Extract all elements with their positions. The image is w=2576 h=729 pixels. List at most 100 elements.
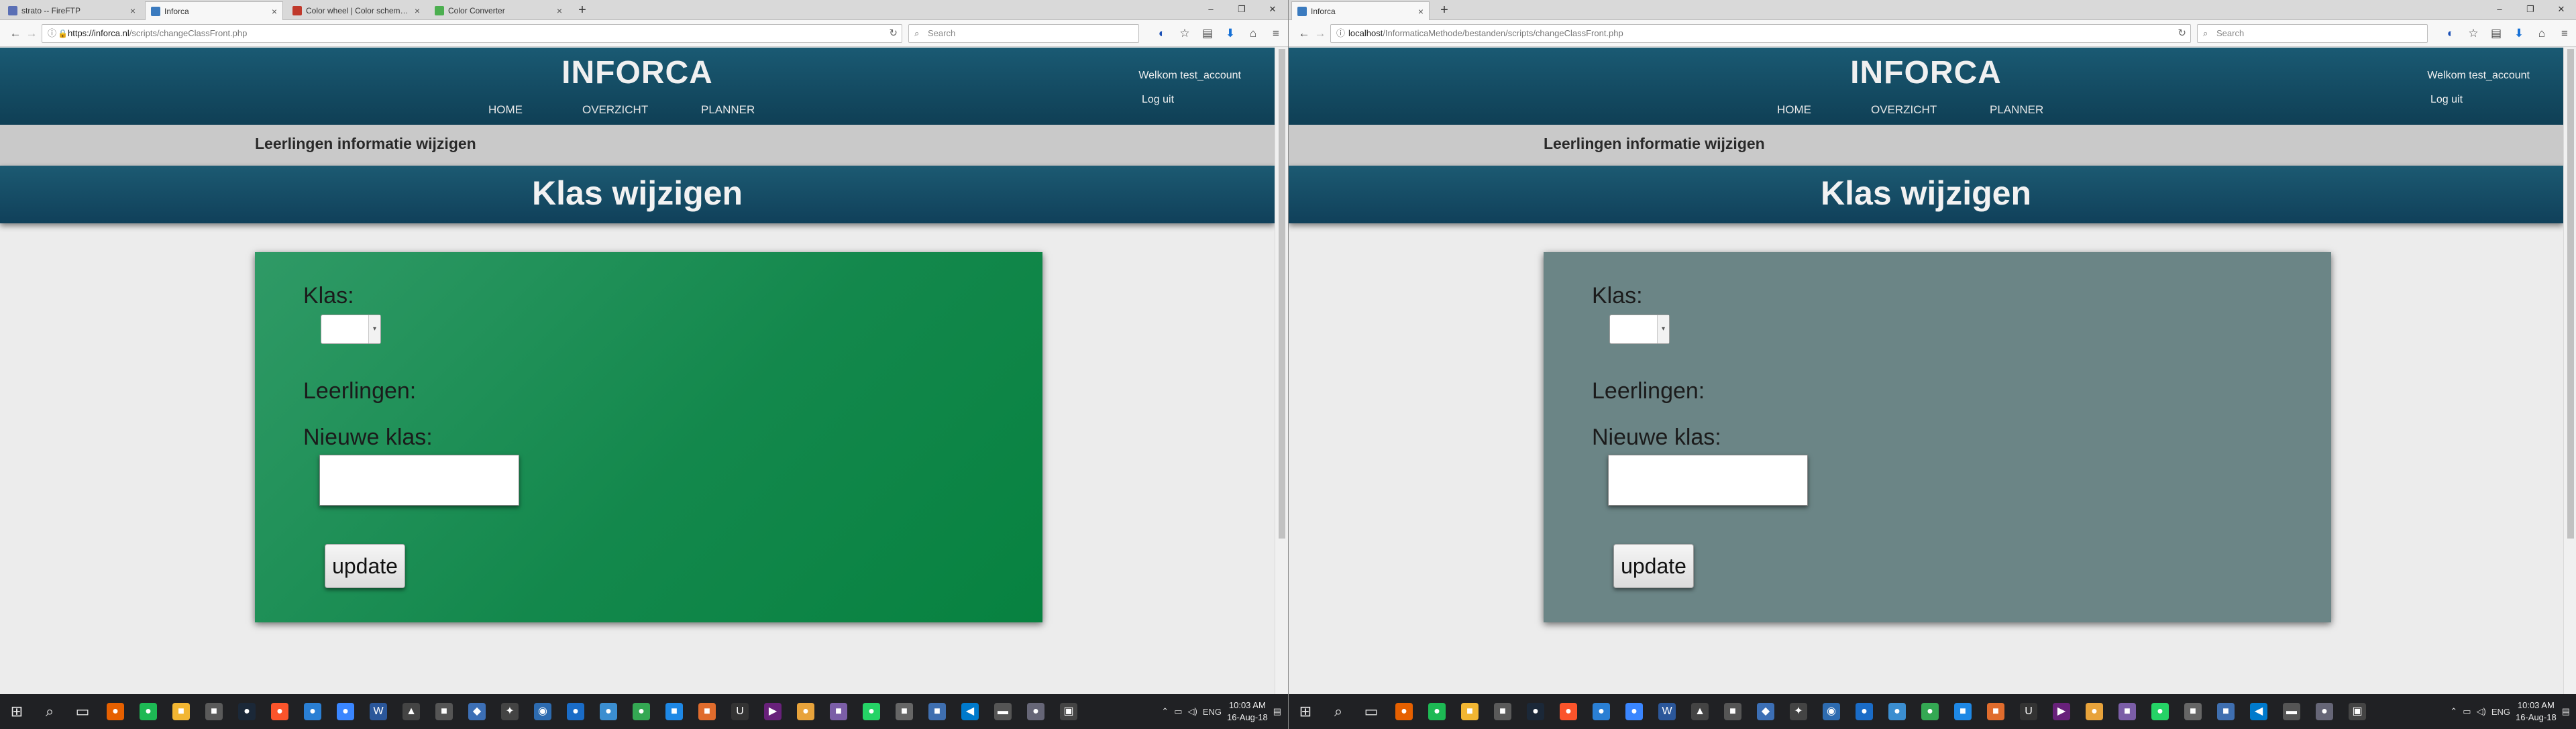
network-icon[interactable]: ▭: [2463, 706, 2471, 717]
spotify-icon[interactable]: ●: [140, 703, 157, 720]
app-icon[interactable]: ●: [2316, 703, 2333, 720]
search-icon[interactable]: ⌕: [41, 703, 58, 720]
tab-close-icon[interactable]: ×: [272, 2, 277, 20]
app-icon[interactable]: ●: [633, 703, 650, 720]
app-icon[interactable]: ▣: [1060, 703, 1077, 720]
spotify-icon[interactable]: ●: [1428, 703, 1446, 720]
tab-close-icon[interactable]: ×: [1418, 2, 1424, 20]
site-logo-title[interactable]: INFORCA: [1289, 54, 2563, 91]
app-icon[interactable]: ■: [205, 703, 223, 720]
notifications-icon[interactable]: ▤: [1273, 706, 1281, 717]
nav-link-planner[interactable]: PLANNER: [1990, 103, 2043, 117]
word-icon[interactable]: W: [370, 703, 387, 720]
app-icon[interactable]: ●: [1856, 703, 1873, 720]
app-icon[interactable]: ✦: [1790, 703, 1807, 720]
app-icon[interactable]: ■: [2217, 703, 2235, 720]
task-view-icon[interactable]: ▭: [1362, 703, 1380, 720]
chevron-down-icon[interactable]: ▾: [368, 315, 380, 343]
new-tab-button[interactable]: +: [1435, 1, 1454, 20]
minimize-icon[interactable]: –: [1195, 0, 1226, 20]
app-icon[interactable]: ●: [337, 703, 354, 720]
task-view-icon[interactable]: ▭: [74, 703, 91, 720]
app-icon[interactable]: ●: [1625, 703, 1643, 720]
forward-icon[interactable]: →: [1313, 26, 1328, 41]
app-icon[interactable]: ■: [2118, 703, 2136, 720]
firefox-icon[interactable]: ●: [107, 703, 124, 720]
explorer-icon[interactable]: ■: [172, 703, 190, 720]
unreal-icon[interactable]: U: [2020, 703, 2037, 720]
logout-link[interactable]: Log uit: [2430, 94, 2463, 106]
steam-icon[interactable]: ●: [238, 703, 256, 720]
app-icon[interactable]: ■: [928, 703, 946, 720]
app-icon[interactable]: ▣: [2349, 703, 2366, 720]
word-icon[interactable]: W: [1658, 703, 1676, 720]
menu-icon[interactable]: ≡: [2557, 25, 2573, 42]
extension-icon[interactable]: ◐: [2443, 25, 2459, 42]
nav-link-overzicht[interactable]: OVERZICHT: [1871, 103, 1937, 117]
browser-tab[interactable]: Color Converter ×: [429, 1, 568, 20]
app-icon[interactable]: ■: [2184, 703, 2202, 720]
nav-link-home[interactable]: HOME: [1777, 103, 1811, 117]
app-icon[interactable]: ◆: [1757, 703, 1774, 720]
address-bar[interactable]: ⓘ 🔒 https://inforca.nl/scripts/changeCla…: [42, 24, 902, 43]
close-icon[interactable]: ✕: [1257, 0, 1288, 20]
library-icon[interactable]: ▤: [2488, 25, 2504, 42]
scrollbar-thumb[interactable]: [1279, 49, 1285, 539]
browser-tab[interactable]: Color wheel | Color schem… ×: [287, 1, 425, 20]
volume-icon[interactable]: ◁): [1187, 706, 1197, 717]
site-logo-title[interactable]: INFORCA: [0, 54, 1275, 91]
app-icon[interactable]: ●: [1593, 703, 1610, 720]
clock[interactable]: 10:03 AM 16-Aug-18: [1227, 699, 1268, 724]
logout-link[interactable]: Log uit: [1142, 94, 1174, 106]
home-icon[interactable]: ⌂: [2534, 25, 2550, 42]
firefox-icon[interactable]: ●: [1395, 703, 1413, 720]
new-tab-button[interactable]: +: [573, 1, 592, 20]
search-icon[interactable]: ⌕: [1330, 703, 1347, 720]
app-icon[interactable]: ◆: [468, 703, 486, 720]
unreal-icon[interactable]: U: [731, 703, 749, 720]
minimize-icon[interactable]: –: [2484, 0, 2515, 20]
home-icon[interactable]: ⌂: [1245, 25, 1261, 42]
vscode-icon[interactable]: ◀: [961, 703, 979, 720]
app-icon[interactable]: ▬: [2283, 703, 2300, 720]
brave-icon[interactable]: ●: [1560, 703, 1577, 720]
reload-icon[interactable]: ↻: [2178, 25, 2186, 42]
info-icon[interactable]: ⓘ: [48, 25, 56, 42]
app-icon[interactable]: ■: [830, 703, 847, 720]
app-icon[interactable]: ▲: [402, 703, 420, 720]
app-icon[interactable]: ●: [304, 703, 321, 720]
back-icon[interactable]: ←: [1297, 26, 1311, 41]
update-button[interactable]: update: [1613, 544, 1694, 588]
app-icon[interactable]: ●: [1027, 703, 1044, 720]
page-scrollbar[interactable]: [1275, 48, 1288, 694]
nav-link-planner[interactable]: PLANNER: [701, 103, 755, 117]
maximize-icon[interactable]: ❐: [2515, 0, 2546, 20]
tray-chevron-icon[interactable]: ⌃: [1161, 706, 1169, 717]
maximize-icon[interactable]: ❐: [1226, 0, 1257, 20]
volume-icon[interactable]: ◁): [2476, 706, 2485, 717]
language-indicator[interactable]: ENG: [1203, 707, 1222, 717]
app-icon[interactable]: ▬: [994, 703, 1012, 720]
tab-close-icon[interactable]: ×: [557, 1, 562, 20]
address-bar[interactable]: ⓘ 🔒 localhost/InformaticaMethode/bestand…: [1330, 24, 2191, 43]
klas-select[interactable]: ▾: [321, 315, 381, 344]
library-icon[interactable]: ▤: [1199, 25, 1216, 42]
app-icon[interactable]: ■: [435, 703, 453, 720]
vscode-icon[interactable]: ◀: [2250, 703, 2267, 720]
chevron-down-icon[interactable]: ▾: [1657, 315, 1669, 343]
app-icon[interactable]: ●: [600, 703, 617, 720]
brave-icon[interactable]: ●: [271, 703, 288, 720]
app-icon[interactable]: ●: [1888, 703, 1906, 720]
download-icon[interactable]: ⬇: [2511, 25, 2527, 42]
page-scrollbar[interactable]: [2563, 48, 2576, 694]
app-icon[interactable]: ▲: [1691, 703, 1709, 720]
whatsapp-icon[interactable]: ●: [863, 703, 880, 720]
tab-close-icon[interactable]: ×: [415, 1, 420, 20]
app-icon[interactable]: ■: [1494, 703, 1511, 720]
steam-icon[interactable]: ●: [1527, 703, 1544, 720]
menu-icon[interactable]: ≡: [1268, 25, 1284, 42]
download-icon[interactable]: ⬇: [1222, 25, 1238, 42]
back-icon[interactable]: ←: [8, 26, 23, 41]
visual-studio-icon[interactable]: ▶: [2053, 703, 2070, 720]
browser-tab[interactable]: Inforca ×: [145, 1, 283, 20]
